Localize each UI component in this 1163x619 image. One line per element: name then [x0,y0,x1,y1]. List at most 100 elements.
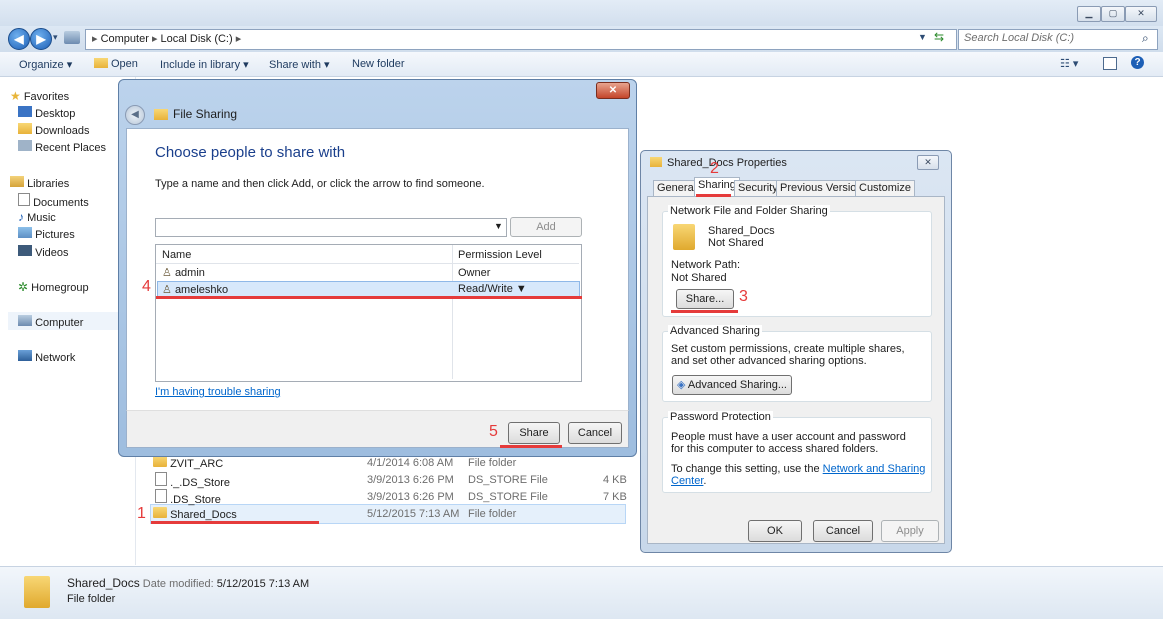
file-row-ds-store[interactable]: .DS_Store [155,489,221,506]
organize-button[interactable]: Organize ▾ [19,58,72,71]
person-row-admin[interactable]: ♙ admin [162,266,205,279]
annotation-underline-4 [156,296,582,299]
new-folder-button[interactable]: New folder [352,58,405,70]
nav-network[interactable]: Network [18,350,75,364]
sharing-icon [154,109,168,120]
music-icon: ♪ [18,210,24,224]
ok-button[interactable]: OK [748,520,802,542]
file-row-shared-docs[interactable]: Shared_Docs [153,507,237,521]
file-sharing-close-button[interactable]: ✕ [596,82,630,99]
nav-item-documents[interactable]: Documents [18,193,89,209]
shield-icon: ◈ [677,379,685,391]
network-path-value: Not Shared [671,272,727,284]
combobox-arrow-icon[interactable]: ▼ [494,221,503,231]
nav-libraries[interactable]: Libraries [10,176,69,190]
password-change-line: To change this setting, use the Network … [671,463,929,487]
share-button[interactable]: Share [508,422,560,444]
nav-item-desktop[interactable]: Desktop [18,106,75,120]
file-row-dot-underscore-ds-store[interactable]: ._.DS_Store [155,472,230,489]
search-icon[interactable]: ⌕ [1142,31,1149,46]
file-size: 4 KB [603,474,627,486]
pictures-icon [18,227,32,238]
address-dropdown-icon[interactable]: ▼ [918,32,927,42]
documents-icon [18,193,30,206]
folder-icon [153,456,167,467]
help-icon[interactable]: ? [1131,56,1144,69]
column-divider [452,245,453,379]
file-icon [155,489,167,503]
annotation-2: 2 [710,160,719,178]
file-type: File folder [468,457,516,469]
view-options-icon[interactable]: ☷ ▾ [1060,57,1078,70]
breadcrumb-computer[interactable]: Computer [101,33,149,45]
share-with-button[interactable]: Share with ▾ [269,58,330,71]
tab-customize[interactable]: Customize [855,180,915,196]
search-placeholder: Search Local Disk (C:) [964,32,1074,44]
file-row-zvit-arc[interactable]: ZVIT_ARC [153,456,223,470]
details-name-row: Shared_Docs Date modified: 5/12/2015 7:1… [67,576,309,590]
minimize-button[interactable]: ▁ [1077,6,1101,22]
apply-button[interactable]: Apply [881,520,939,542]
nav-item-recent-places[interactable]: Recent Places [18,140,106,154]
properties-share-button[interactable]: Share... [676,289,734,309]
forward-arrow-icon[interactable]: ▶ [30,28,52,50]
include-in-library-button[interactable]: Include in library ▾ [160,58,249,71]
nav-item-videos[interactable]: Videos [18,245,69,259]
close-button[interactable]: ✕ [1125,6,1157,22]
network-sharing-group-title: Network File and Folder Sharing [668,205,830,217]
advanced-sharing-text: Set custom permissions, create multiple … [671,343,921,367]
advanced-sharing-button[interactable]: ◈ Advanced Sharing... [672,375,792,395]
details-name: Shared_Docs [67,576,140,590]
computer-nav-icon [18,315,32,326]
preview-pane-icon[interactable] [1103,57,1117,70]
tab-security[interactable]: Security [734,180,782,196]
file-icon [155,472,167,486]
annotation-underline-1 [151,521,319,524]
refresh-icon[interactable]: ⇆ [934,30,944,44]
computer-icon [64,31,80,44]
permission-dropdown[interactable]: Read/Write ▼ [458,283,527,295]
libraries-icon [10,176,24,187]
advanced-sharing-group-title: Advanced Sharing [668,325,762,337]
file-sharing-title: File Sharing [173,107,237,121]
nav-computer[interactable]: Computer [18,315,83,329]
recent-pages-icon[interactable]: ▾ [53,32,58,43]
file-type: DS_STORE File [468,474,548,486]
annotation-underline-5 [500,445,562,448]
breadcrumb: ▸ Computer ▸ Local Disk (C:) ▸ [92,32,241,45]
cancel-button[interactable]: Cancel [568,422,622,444]
folder-status: Not Shared [708,237,764,249]
person-name-combobox[interactable] [155,218,507,237]
person-row-ameleshko[interactable]: ♙ ameleshko [162,283,228,296]
properties-close-button[interactable]: ✕ [917,155,939,170]
file-sharing-heading: Choose people to share with [155,144,345,161]
maximize-button[interactable]: ▢ [1101,6,1125,22]
network-path-label: Network Path: [671,259,740,271]
annotation-4: 4 [142,278,151,296]
file-type: File folder [468,508,516,520]
trouble-sharing-link[interactable]: I'm having trouble sharing [155,386,281,398]
nav-item-music[interactable]: ♪ Music [18,210,56,224]
breadcrumb-local-disk[interactable]: Local Disk (C:) [161,33,233,45]
folder-icon [153,507,167,518]
downloads-icon [18,123,32,134]
file-date: 3/9/2013 6:26 PM [367,474,454,486]
password-protection-group-title: Password Protection [668,411,773,423]
nav-favorites[interactable]: ★ Favorites [10,89,69,103]
details-modified-label: Date modified: [143,578,214,590]
add-button[interactable]: Add [510,217,582,237]
nav-item-pictures[interactable]: Pictures [18,227,75,241]
shared-folder-icon [673,224,695,250]
properties-cancel-button[interactable]: Cancel [813,520,873,542]
dialog-back-arrow-icon[interactable]: ◀ [125,105,145,125]
open-button[interactable]: Open [111,58,138,70]
back-arrow-icon[interactable]: ◀ [8,28,30,50]
annotation-5: 5 [489,423,498,441]
nav-item-downloads[interactable]: Downloads [18,123,89,137]
column-header-permission[interactable]: Permission Level [458,249,542,261]
videos-icon [18,245,32,256]
nav-homegroup[interactable]: ✲ Homegroup [18,280,89,294]
properties-folder-icon [650,157,662,167]
permission-owner: Owner [458,267,490,279]
column-header-name[interactable]: Name [162,249,191,261]
